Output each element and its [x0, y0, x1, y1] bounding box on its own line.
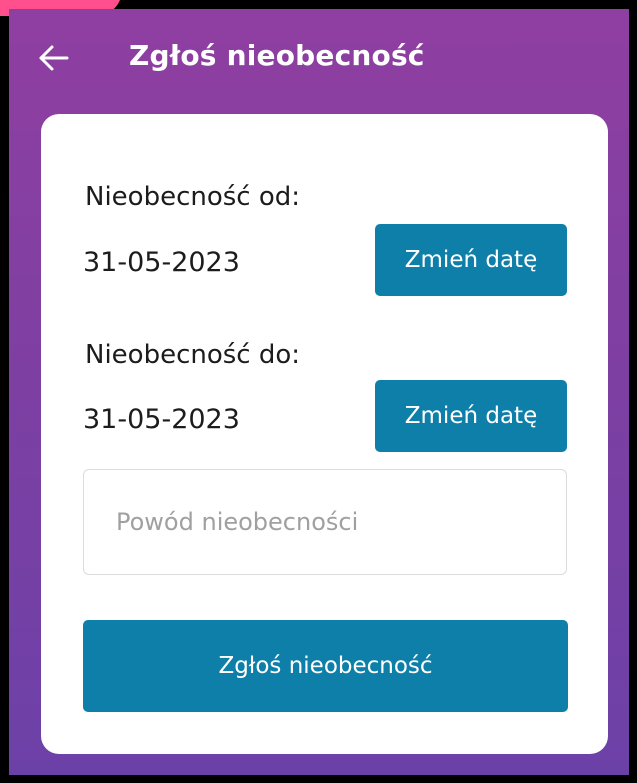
submit-absence-button[interactable]: Zgłoś nieobecność: [83, 620, 568, 712]
device-frame: Zgłoś nieobecność Nieobecność od: 31-05-…: [0, 0, 637, 783]
change-to-date-button[interactable]: Zmień datę: [375, 380, 567, 452]
absence-to-date: 31-05-2023: [83, 404, 240, 435]
absence-to-label: Nieobecność do:: [85, 340, 301, 370]
absence-form-card: Nieobecność od: 31-05-2023 Zmień datę Ni…: [41, 114, 608, 754]
absence-from-date: 31-05-2023: [83, 247, 240, 278]
change-from-date-button[interactable]: Zmień datę: [375, 224, 567, 296]
app-screen: Zgłoś nieobecność Nieobecność od: 31-05-…: [9, 9, 629, 775]
absence-reason-input[interactable]: [83, 469, 567, 575]
absence-from-label: Nieobecność od:: [85, 182, 301, 212]
back-button[interactable]: [37, 41, 71, 75]
arrow-left-icon: [39, 45, 69, 71]
app-bar: Zgłoś nieobecność: [9, 9, 629, 109]
page-title: Zgłoś nieobecność: [129, 39, 425, 72]
